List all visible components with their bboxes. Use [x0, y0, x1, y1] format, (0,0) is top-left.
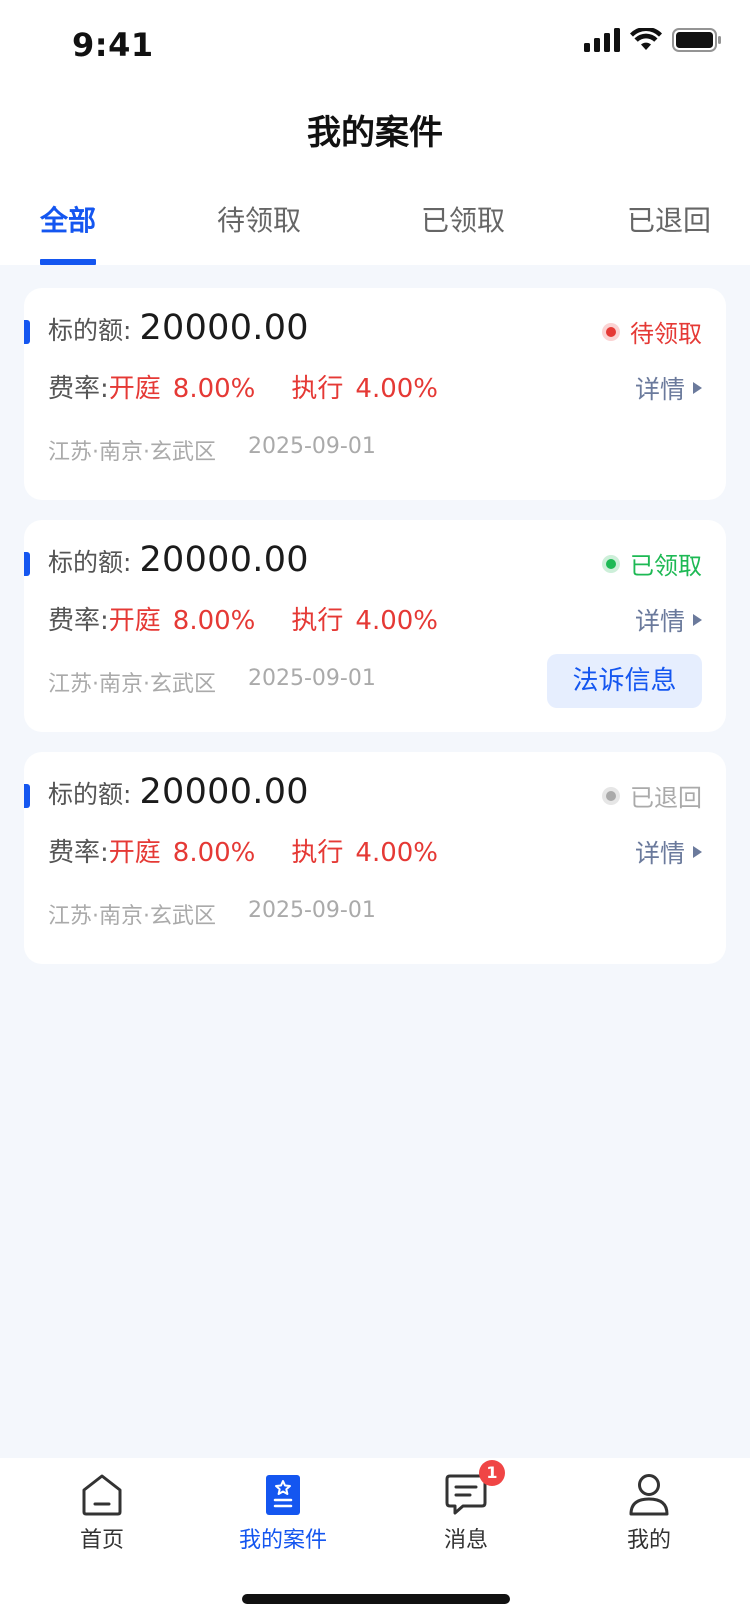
detail-label: 详情 [634, 375, 685, 404]
triangle-right-icon [693, 846, 702, 858]
amount-label: 标的额: [48, 548, 132, 577]
trial-label: 开庭 [108, 374, 161, 404]
bottom-tabbar: 首页 我的案件 1 消息 我的 [0, 1458, 750, 1624]
tabbar-label: 我的案件 [238, 1528, 327, 1553]
tab-label: 全部 [40, 204, 97, 237]
amount-label: 标的额: [48, 316, 132, 345]
exec-label: 执行 [291, 606, 344, 636]
detail-link[interactable]: 详情 [635, 370, 702, 406]
rate-row: 费率: 开庭 8.00% 执行 4.00% [48, 368, 438, 405]
exec-label: 执行 [291, 374, 344, 404]
rate-label: 费率: [48, 838, 109, 868]
trial-rate: 8.00% [172, 838, 256, 868]
status-bar: 9:41 [0, 0, 750, 90]
card-accent-bar [24, 784, 30, 808]
location-text: 江苏·南京·玄武区 [48, 440, 216, 465]
meta-row: 江苏·南京·玄武区 2025-09-01 [48, 898, 376, 930]
date-text: 2025-09-01 [248, 898, 376, 923]
status-text: 已领取 [630, 552, 702, 580]
date-text: 2025-09-01 [248, 666, 376, 691]
detail-link[interactable]: 详情 [635, 602, 702, 638]
trial-rate: 8.00% [172, 606, 256, 636]
trial-label: 开庭 [108, 606, 161, 636]
tabbar-item-profile[interactable]: 我的 [574, 1472, 724, 1554]
tabbar-item-my-cases[interactable]: 我的案件 [208, 1472, 358, 1554]
card-accent-bar [24, 320, 30, 344]
exec-label: 执行 [291, 838, 344, 868]
case-card[interactable]: 标的额: 20000.00 待领取 费率: 开庭 8.00% 执行 4.00% … [24, 288, 726, 500]
detail-label: 详情 [634, 839, 685, 868]
tab-all[interactable]: 全部 [40, 195, 97, 265]
exec-rate: 4.00% [355, 838, 439, 868]
location-text: 江苏·南京·玄武区 [48, 672, 216, 697]
legal-info-button[interactable]: 法诉信息 [547, 654, 702, 708]
tab-label: 已退回 [627, 204, 712, 237]
tabbar-item-messages[interactable]: 1 消息 [391, 1460, 541, 1554]
battery-icon [672, 28, 721, 52]
status-text: 待领取 [630, 320, 702, 348]
trial-rate: 8.00% [172, 374, 256, 404]
home-icon [79, 1472, 125, 1518]
exec-rate: 4.00% [355, 606, 439, 636]
wifi-icon [630, 28, 662, 50]
rate-row: 费率: 开庭 8.00% 执行 4.00% [48, 832, 438, 869]
case-card[interactable]: 标的额: 20000.00 已领取 费率: 开庭 8.00% 执行 4.00% … [24, 520, 726, 732]
case-card[interactable]: 标的额: 20000.00 已退回 费率: 开庭 8.00% 执行 4.00% … [24, 752, 726, 964]
tab-returned[interactable]: 已退回 [627, 195, 711, 265]
case-list: 标的额: 20000.00 待领取 费率: 开庭 8.00% 执行 4.00% … [24, 288, 726, 984]
amount-row: 标的额: 20000.00 [48, 308, 309, 348]
triangle-right-icon [693, 614, 702, 626]
amount-row: 标的额: 20000.00 [48, 540, 309, 580]
unread-badge: 1 [479, 1460, 505, 1486]
message-icon: 1 [443, 1460, 505, 1518]
tabbar-label: 首页 [79, 1528, 124, 1553]
meta-row: 江苏·南京·玄武区 2025-09-01 [48, 434, 376, 466]
tab-pending[interactable]: 待领取 [217, 195, 301, 265]
status-text: 已退回 [630, 784, 702, 812]
tabbar-label: 我的 [626, 1528, 671, 1553]
amount-value: 20000.00 [139, 308, 309, 348]
tab-claimed[interactable]: 已领取 [421, 195, 505, 265]
status-time: 9:41 [72, 26, 154, 64]
case-icon [260, 1472, 306, 1518]
filter-tabs: 全部 待领取 已领取 已退回 [0, 195, 750, 265]
home-indicator [242, 1594, 510, 1604]
triangle-right-icon [693, 382, 702, 394]
rate-label: 费率: [48, 374, 109, 404]
date-text: 2025-09-01 [248, 434, 376, 459]
card-accent-bar [24, 552, 30, 576]
status-badge: 已领取 [602, 546, 702, 581]
tab-label: 已领取 [421, 204, 506, 237]
page-title: 我的案件 [307, 113, 443, 153]
status-icons [584, 28, 722, 52]
rate-label: 费率: [48, 606, 109, 636]
signal-icon [584, 28, 620, 52]
tabbar-item-home[interactable]: 首页 [27, 1472, 177, 1554]
exec-rate: 4.00% [355, 374, 439, 404]
detail-link[interactable]: 详情 [635, 834, 702, 870]
status-badge: 待领取 [602, 314, 702, 349]
tabbar-label: 消息 [443, 1528, 488, 1553]
status-dot-icon [602, 554, 620, 573]
meta-row: 江苏·南京·玄武区 2025-09-01 [48, 666, 376, 698]
status-dot-icon [602, 786, 620, 805]
location-text: 江苏·南京·玄武区 [48, 904, 216, 929]
tab-underline [40, 259, 97, 265]
status-badge: 已退回 [602, 778, 702, 813]
profile-icon [626, 1472, 672, 1518]
rate-row: 费率: 开庭 8.00% 执行 4.00% [48, 600, 438, 637]
status-dot-icon [602, 322, 620, 341]
amount-label: 标的额: [48, 780, 132, 809]
amount-value: 20000.00 [139, 540, 309, 580]
tab-label: 待领取 [217, 204, 302, 237]
detail-label: 详情 [634, 607, 685, 636]
amount-row: 标的额: 20000.00 [48, 772, 309, 812]
trial-label: 开庭 [108, 838, 161, 868]
amount-value: 20000.00 [139, 772, 309, 812]
